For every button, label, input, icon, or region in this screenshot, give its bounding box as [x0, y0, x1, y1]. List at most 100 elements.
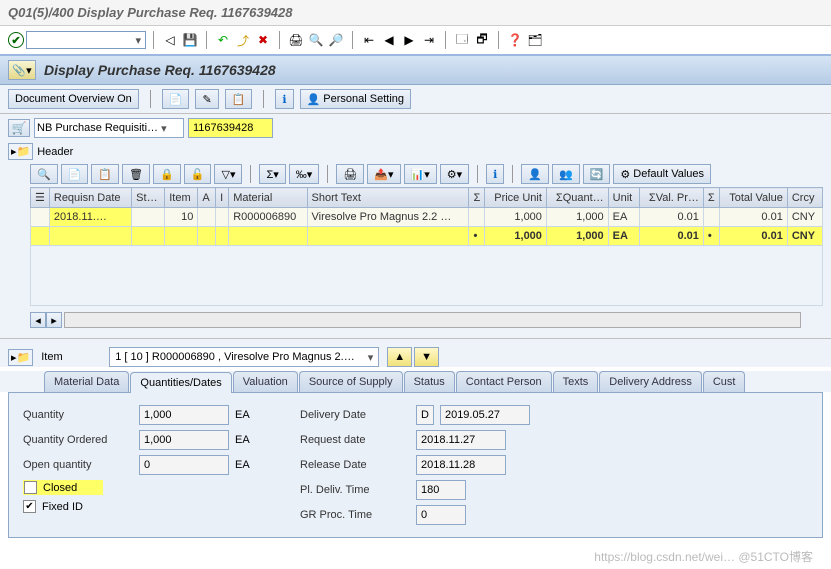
prev-page-icon[interactable]: ◀ — [380, 31, 398, 49]
pl-deliv-time-label: Pl. Deliv. Time — [300, 484, 410, 496]
find-next-icon[interactable]: 🔎 — [327, 31, 345, 49]
create-button[interactable]: 📄 — [162, 89, 190, 109]
col-item[interactable]: Item — [165, 188, 198, 208]
grid-empty-area — [30, 246, 823, 306]
edit-button[interactable]: ✎ — [195, 89, 218, 109]
col-val-pr[interactable]: ΣVal. Pr… — [639, 188, 703, 208]
fixed-id-checkbox[interactable]: ✔ — [23, 500, 36, 513]
layout-icon[interactable]: 🗂 — [526, 31, 544, 49]
ok-icon[interactable]: ✔ — [8, 32, 24, 48]
open-qty-unit: EA — [235, 459, 255, 471]
scroll-right-button[interactable]: ▸ — [46, 312, 62, 328]
pl-deliv-time-field[interactable]: 180 — [416, 480, 466, 500]
tab-quantities-dates[interactable]: Quantities/Dates — [130, 372, 231, 393]
first-page-icon[interactable]: ⇤ — [360, 31, 378, 49]
default-values-button[interactable]: ⚙ Default Values — [613, 164, 711, 184]
col-quant[interactable]: ΣQuant… — [546, 188, 608, 208]
cancel-icon[interactable]: ✖ — [254, 31, 272, 49]
info2-button[interactable]: ℹ — [486, 164, 504, 184]
find-icon[interactable]: 🔍 — [307, 31, 325, 49]
doc-header-bar: 🛒 NB Purchase Requisiti… 1167639428 — [0, 114, 831, 142]
other-pr-button[interactable]: 📋 — [225, 89, 253, 109]
requisition-number-field[interactable]: 1167639428 — [188, 118, 273, 138]
details-button[interactable]: 🔍 — [30, 164, 58, 184]
doc-overview-button[interactable]: Document Overview On — [8, 89, 139, 109]
delivery-date-field[interactable]: 2019.05.27 — [440, 405, 530, 425]
command-field[interactable] — [26, 31, 146, 49]
next-page-icon[interactable]: ▶ — [400, 31, 418, 49]
release-date-field[interactable]: 2018.11.28 — [416, 455, 506, 475]
col-total-value[interactable]: Total Value — [719, 188, 787, 208]
print2-button[interactable]: 🖨 — [336, 164, 364, 184]
cart-icon[interactable]: 🛒 — [8, 119, 30, 137]
request-date-field[interactable]: 2018.11.27 — [416, 430, 506, 450]
last-page-icon[interactable]: ⇥ — [420, 31, 438, 49]
expand-item-icon[interactable]: ▸📁 — [8, 349, 33, 366]
gr-proc-time-field[interactable]: 0 — [416, 505, 466, 525]
filter-button[interactable]: ▽▾ — [214, 164, 242, 184]
tab-texts[interactable]: Texts — [553, 371, 599, 392]
col-unit[interactable]: Unit — [608, 188, 639, 208]
tab-delivery-address[interactable]: Delivery Address — [599, 371, 702, 392]
sum-button[interactable]: Σ▾ — [259, 164, 285, 184]
exit-icon[interactable]: ⤴ — [234, 31, 252, 49]
tab-status[interactable]: Status — [404, 371, 455, 392]
unlock-button[interactable]: 🔓 — [184, 164, 212, 184]
print-icon[interactable]: 🖨 — [287, 31, 305, 49]
app-toolbar: Document Overview On 📄 ✎ 📋 ℹ 👤 Personal … — [0, 85, 831, 114]
item-down-button[interactable]: ▼ — [414, 347, 439, 367]
tab-contact-person[interactable]: Contact Person — [456, 371, 552, 392]
col-short-text[interactable]: Short Text — [307, 188, 469, 208]
save-icon[interactable]: 💾 — [181, 31, 199, 49]
tab-material-data[interactable]: Material Data — [44, 371, 129, 392]
info-button[interactable]: ℹ — [275, 89, 293, 109]
export-button[interactable]: 📤▾ — [367, 164, 400, 184]
copy-button[interactable]: 📋 — [91, 164, 119, 184]
item-up-button[interactable]: ▲ — [387, 347, 412, 367]
variant-button[interactable]: 📊▾ — [404, 164, 437, 184]
layout-button[interactable]: 📄 — [61, 164, 89, 184]
delivery-date-cat[interactable]: D — [416, 405, 434, 425]
open-qty-field[interactable]: 0 — [139, 455, 229, 475]
scroll-left-button[interactable]: ◂ — [30, 312, 46, 328]
help-icon[interactable]: ❓ — [506, 31, 524, 49]
tab-cust[interactable]: Cust — [703, 371, 746, 392]
col-st[interactable]: St… — [132, 188, 165, 208]
separator — [352, 31, 353, 49]
qty-ordered-field[interactable]: 1,000 — [139, 430, 229, 450]
col-price-unit[interactable]: Price Unit — [485, 188, 547, 208]
item-grid[interactable]: ☰ Requisn Date St… Item A I Material Sho… — [30, 187, 823, 246]
doc-type-dropdown[interactable]: NB Purchase Requisiti… — [34, 118, 184, 138]
back-green-icon[interactable]: ↶ — [214, 31, 232, 49]
item-dropdown[interactable]: 1 [ 10 ] R000006890 , Viresolve Pro Magn… — [109, 347, 379, 367]
col-sigma2[interactable]: Σ — [703, 188, 719, 208]
col-requisn-date[interactable]: Requisn Date — [49, 188, 131, 208]
delete-button[interactable]: 🗑 — [122, 164, 150, 184]
scrollbar-track[interactable] — [64, 312, 801, 328]
col-i[interactable]: I — [216, 188, 229, 208]
col-crcy[interactable]: Crcy — [787, 188, 822, 208]
closed-checkbox[interactable] — [24, 481, 37, 494]
settings-button[interactable]: ⚙▾ — [440, 164, 469, 184]
shortcut-icon[interactable]: 🗗 — [473, 31, 491, 49]
personal-setting-button[interactable]: 👤 Personal Setting — [300, 89, 411, 109]
tab-valuation[interactable]: Valuation — [233, 371, 298, 392]
lock-button[interactable]: 🔒 — [153, 164, 181, 184]
table-row[interactable]: 2018.11.… 10 R000006890 Viresolve Pro Ma… — [31, 208, 823, 227]
expand-header-icon[interactable]: ▸📁 — [8, 143, 33, 160]
session-icon[interactable]: 🗔 — [453, 31, 471, 49]
refresh-button[interactable]: 🔄 — [583, 164, 611, 184]
separator — [153, 31, 154, 49]
quantity-field[interactable]: 1,000 — [139, 405, 229, 425]
user2-button[interactable]: 👥 — [552, 164, 580, 184]
col-sigma1[interactable]: Σ — [469, 188, 485, 208]
subtotal-button[interactable]: ‰▾ — [289, 164, 320, 184]
row-selector-col[interactable]: ☰ — [31, 188, 50, 208]
separator — [250, 165, 251, 183]
col-material[interactable]: Material — [229, 188, 307, 208]
object-services-icon[interactable]: 📎▾ — [8, 60, 36, 80]
back-icon[interactable]: ◁ — [161, 31, 179, 49]
tab-source-of-supply[interactable]: Source of Supply — [299, 371, 403, 392]
user1-button[interactable]: 👤 — [521, 164, 549, 184]
col-a[interactable]: A — [198, 188, 216, 208]
